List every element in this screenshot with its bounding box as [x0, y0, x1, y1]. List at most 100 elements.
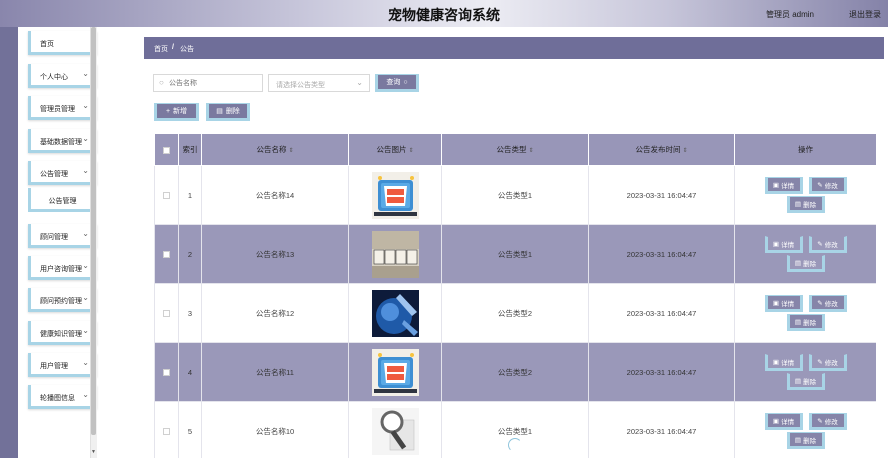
sidebar-item-label: 管理员管理 [40, 106, 75, 113]
logout-link[interactable]: 退出登录 [849, 9, 881, 20]
notice-image-thumbnail[interactable] [371, 171, 419, 219]
search-button[interactable]: 查询 ○ [375, 74, 419, 92]
column-header-image[interactable]: 公告图片 ⇕ [348, 133, 442, 166]
sidebar-scrollbar-thumb[interactable] [91, 27, 96, 435]
delete-button[interactable]: ▤ 删除 [786, 373, 825, 390]
delete-button[interactable]: ▤ 删除 [786, 432, 825, 449]
breadcrumb-home[interactable]: 首页 [154, 44, 168, 54]
notice-image-thumbnail[interactable] [371, 230, 419, 278]
sidebar-item-basic-data[interactable]: 基础数据管理 ⌄ [28, 129, 97, 153]
sidebar-item-admin[interactable]: 管理员管理 ⌄ [28, 96, 97, 120]
select-placeholder: 请选择公告类型 [276, 82, 325, 89]
row-publish-time: 2023-03-31 16:04:47 [588, 342, 735, 402]
current-user: 管理员 admin [765, 10, 814, 19]
chevron-down-icon: ⌄ [82, 358, 89, 367]
delete-button[interactable]: ▤ 删除 [786, 314, 825, 331]
delete-button-label: 删除 [803, 437, 817, 445]
sidebar-subitem-notice-manage[interactable]: 公告管理 [28, 188, 97, 212]
delete-button-label: 删除 [803, 378, 817, 386]
row-publish-time: 2023-03-31 16:04:47 [588, 224, 735, 284]
edit-icon: ✎ [817, 358, 823, 366]
notice-image-thumbnail[interactable] [371, 289, 419, 337]
plus-icon: + [165, 107, 171, 115]
delete-button[interactable]: ▤ 删除 [786, 196, 825, 213]
sidebar-item-profile[interactable]: 个人中心 ⌄ [28, 64, 97, 88]
row-notice-image[interactable] [348, 165, 442, 225]
detail-button-label: 详情 [781, 241, 795, 249]
notice-name-input[interactable] [169, 77, 259, 89]
add-button[interactable]: + 新增 [154, 103, 199, 121]
edit-button[interactable]: ✎ 修改 [808, 295, 847, 312]
column-header-actions: 操作 [734, 133, 876, 166]
row-checkbox[interactable] [163, 310, 170, 318]
row-checkbox[interactable] [163, 428, 170, 436]
sidebar-item-notice[interactable]: 公告管理 ⌄ [28, 161, 97, 185]
edit-button[interactable]: ✎ 修改 [808, 177, 847, 194]
breadcrumb: 首页 / 公告 [144, 37, 884, 59]
column-header-type[interactable]: 公告类型 ⇕ [441, 133, 589, 166]
edit-button[interactable]: ✎ 修改 [808, 354, 847, 371]
row-notice-name: 公告名称10 [201, 401, 349, 458]
column-header-name[interactable]: 公告名称 ⇕ [201, 133, 349, 166]
select-all-checkbox[interactable] [163, 146, 170, 154]
detail-icon: ▣ [772, 417, 780, 425]
sidebar-item-users[interactable]: 用户管理 ⌄ [28, 353, 97, 377]
batch-delete-button[interactable]: ▤ 删除 [206, 103, 250, 121]
chevron-down-icon: ⌄ [82, 134, 89, 143]
chevron-down-icon: ⌄ [82, 261, 89, 270]
edit-button[interactable]: ✎ 修改 [808, 413, 847, 430]
row-notice-image[interactable] [348, 401, 442, 458]
row-notice-image[interactable] [348, 283, 442, 343]
trash-icon: ▤ [216, 108, 223, 115]
row-notice-image[interactable] [348, 342, 442, 402]
notice-image-thumbnail[interactable] [371, 407, 419, 455]
notice-name-search: ○ [153, 74, 263, 92]
left-accent-strip [0, 27, 18, 458]
row-select-cell [154, 283, 179, 343]
trash-icon: ▤ [794, 318, 802, 326]
chevron-down-icon: ⌄ [82, 166, 89, 175]
sort-icon[interactable]: ⇕ [288, 148, 293, 154]
detail-button[interactable]: ▣ 详情 [764, 177, 803, 194]
row-publish-time: 2023-03-31 16:04:47 [588, 283, 735, 343]
detail-button[interactable]: ▣ 详情 [764, 413, 803, 430]
trash-icon: ▤ [794, 259, 802, 267]
edit-button[interactable]: ✎ 修改 [808, 236, 847, 253]
detail-button[interactable]: ▣ 详情 [764, 295, 803, 312]
delete-button[interactable]: ▤ 删除 [786, 255, 825, 272]
detail-button[interactable]: ▣ 详情 [764, 236, 803, 253]
row-checkbox[interactable] [163, 369, 170, 377]
row-notice-image[interactable] [348, 224, 442, 284]
trash-icon: ▤ [794, 377, 802, 385]
sidebar-item-consultant[interactable]: 顾问管理 ⌄ [28, 224, 97, 248]
scroll-down-arrow-icon[interactable]: ▼ [91, 449, 96, 455]
sidebar-item-health-knowledge[interactable]: 健康知识管理 ⌄ [28, 321, 97, 345]
column-header-time[interactable]: 公告发布时间 ⇕ [588, 133, 735, 166]
chevron-down-icon: ⌄ [82, 390, 89, 399]
row-actions: ▣ 详情 ✎ 修改 ▤ 删除 [734, 401, 876, 458]
detail-button-label: 详情 [781, 418, 795, 426]
sort-icon[interactable]: ⇕ [408, 148, 413, 154]
row-actions: ▣ 详情 ✎ 修改 ▤ 删除 [734, 342, 876, 402]
sidebar-item-home[interactable]: 首页 [28, 31, 97, 55]
chevron-down-icon: ⌄ [82, 326, 89, 335]
row-index: 3 [178, 283, 202, 343]
row-index: 4 [178, 342, 202, 402]
notice-image-thumbnail[interactable] [371, 348, 419, 396]
edit-icon: ✎ [817, 417, 823, 425]
notice-type-select[interactable]: 请选择公告类型 ⌄ [268, 74, 370, 92]
row-select-cell [154, 224, 179, 284]
delete-button-label: 删除 [803, 319, 817, 327]
sidebar-item-appointment[interactable]: 顾问预约管理 ⌄ [28, 288, 97, 312]
sidebar-item-label: 用户咨询管理 [40, 266, 82, 273]
row-checkbox[interactable] [163, 251, 170, 259]
detail-button-label: 详情 [781, 300, 795, 308]
row-select-cell [154, 165, 179, 225]
sort-icon[interactable]: ⇕ [682, 148, 687, 154]
row-checkbox[interactable] [163, 192, 170, 200]
sidebar-item-label: 轮播图信息 [40, 395, 75, 402]
sidebar-item-user-consult[interactable]: 用户咨询管理 ⌄ [28, 256, 97, 280]
detail-button[interactable]: ▣ 详情 [764, 354, 803, 371]
sort-icon[interactable]: ⇕ [528, 148, 533, 154]
sidebar-item-carousel[interactable]: 轮播图信息 ⌄ [28, 385, 97, 409]
